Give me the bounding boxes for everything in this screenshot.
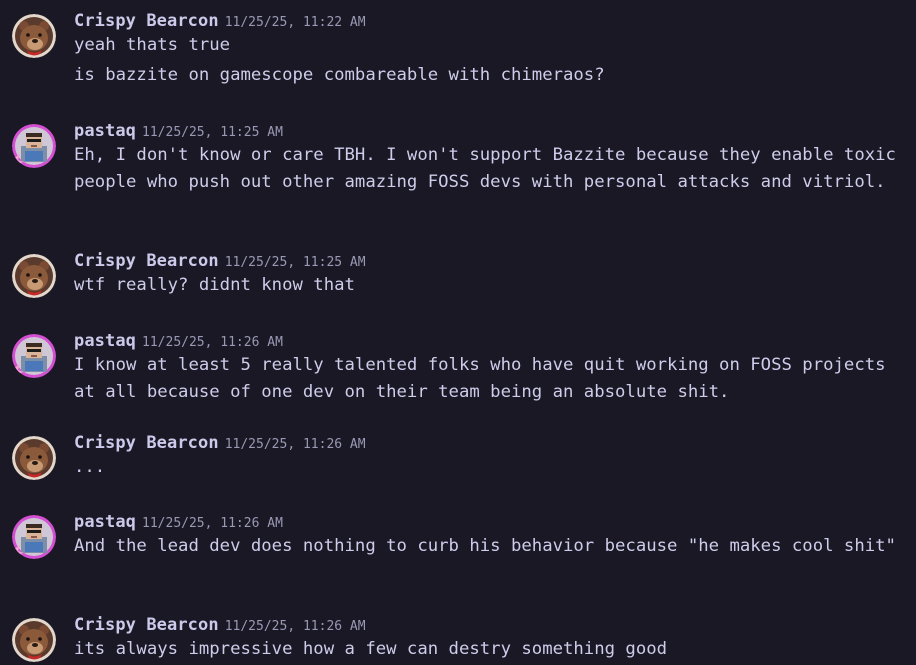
message-header: pastaq 11/25/25, 11:25 AM — [74, 120, 910, 142]
message-header: Crispy Bearcon 11/25/25, 11:26 AM — [74, 614, 910, 636]
message-text: yeah thats true — [74, 35, 231, 55]
message-list: Crispy Bearcon 11/25/25, 11:22 AM yeah th… — [0, 0, 916, 665]
message-header: Crispy Bearcon 11/25/25, 11:22 AM — [74, 10, 910, 32]
message-content: Crispy Bearcon 11/25/25, 11:22 AM yeah th… — [74, 10, 910, 88]
author-name[interactable]: pastaq — [74, 331, 136, 351]
author-name[interactable]: Crispy Bearcon — [74, 11, 219, 31]
message-header: pastaq 11/25/25, 11:26 AM — [74, 330, 910, 352]
message-content: pastaq 11/25/25, 11:25 AM Eh, I don't kno… — [74, 120, 910, 195]
message-timestamp: 11/25/25, 11:26 AM — [224, 437, 366, 452]
message-text: its always impressive how a few can dest… — [74, 639, 668, 659]
message-content: pastaq 11/25/25, 11:26 AM And the lead de… — [74, 511, 910, 560]
message-text: Eh, I don't know or care TBH. I won't su… — [74, 145, 907, 192]
bear-avatar[interactable] — [12, 436, 56, 480]
message-timestamp: 11/25/25, 11:25 AM — [142, 125, 283, 140]
bear-avatar[interactable] — [12, 618, 56, 662]
message-timestamp: 11/25/25, 11:26 AM — [142, 335, 283, 350]
message-text: wtf really? didnt know that — [74, 275, 355, 295]
message-text: And the lead dev does nothing to curb hi… — [74, 536, 896, 556]
message-content: Crispy Bearcon 11/25/25, 11:26 AM ... — [74, 432, 910, 481]
author-name[interactable]: pastaq — [74, 121, 136, 141]
message-header: Crispy Bearcon 11/25/25, 11:26 AM — [74, 432, 910, 454]
author-name[interactable]: Crispy Bearcon — [74, 433, 219, 453]
message-text: is bazzite on gamescope combareable with… — [74, 64, 605, 85]
pixel-person-avatar[interactable] — [12, 124, 56, 168]
author-name[interactable]: Crispy Bearcon — [74, 615, 219, 635]
bear-avatar[interactable] — [12, 254, 56, 298]
author-name[interactable]: pastaq — [74, 512, 136, 532]
author-name[interactable]: Crispy Bearcon — [74, 251, 219, 271]
pixel-person-avatar[interactable] — [12, 334, 56, 378]
message-content: Crispy Bearcon 11/25/25, 11:26 AM its alw… — [74, 614, 910, 663]
pixel-person-avatar[interactable] — [12, 515, 56, 559]
message-timestamp: 11/25/25, 11:26 AM — [142, 516, 283, 531]
message-text: ... — [74, 457, 106, 477]
message-timestamp: 11/25/25, 11:25 AM — [224, 255, 366, 270]
message-text: I know at least 5 really talented folks … — [74, 355, 896, 402]
message-timestamp: 11/25/25, 11:22 AM — [224, 15, 366, 30]
message-content: pastaq 11/25/25, 11:26 AM I know at least… — [74, 330, 910, 405]
bear-avatar[interactable] — [12, 14, 56, 58]
message-header: Crispy Bearcon 11/25/25, 11:25 AM — [74, 250, 910, 272]
message-header: pastaq 11/25/25, 11:26 AM — [74, 511, 910, 533]
message-content: Crispy Bearcon 11/25/25, 11:25 AM wtf rea… — [74, 250, 910, 299]
message-timestamp: 11/25/25, 11:26 AM — [224, 619, 366, 634]
